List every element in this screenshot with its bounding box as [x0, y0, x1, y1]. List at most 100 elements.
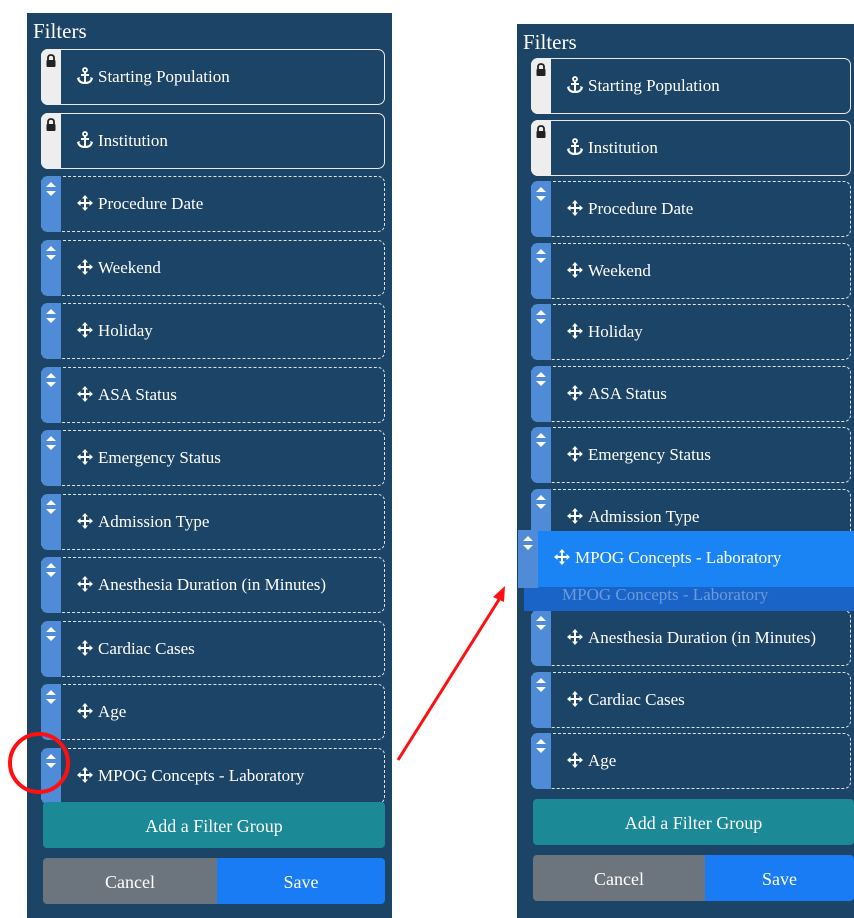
- filter-item[interactable]: Holiday: [41, 303, 385, 359]
- filter-label: Anesthesia Duration (in Minutes): [588, 628, 817, 647]
- anchor-icon: [77, 67, 93, 85]
- sort-arrows-icon: [523, 536, 533, 550]
- move-icon: [77, 639, 93, 656]
- filter-label: Cardiac Cases: [588, 689, 685, 709]
- filter-item[interactable]: Emergency Status: [531, 427, 851, 483]
- lock-handle: [41, 49, 61, 105]
- filters-title: Filters: [523, 30, 577, 54]
- filter-label: Holiday: [588, 322, 643, 341]
- filter-item[interactable]: Weekend: [41, 239, 385, 296]
- sort-arrows-icon: [46, 690, 56, 704]
- sort-arrows-icon: [536, 616, 546, 630]
- drag-handle[interactable]: [41, 176, 61, 232]
- drag-handle[interactable]: [531, 365, 551, 422]
- filter-label: Starting Population: [588, 76, 720, 95]
- drag-handle[interactable]: [41, 493, 61, 550]
- filter-label: MPOG Concepts - Laboratory: [575, 548, 782, 567]
- filter-item[interactable]: Institution: [41, 112, 385, 169]
- move-icon: [77, 449, 93, 465]
- filter-item[interactable]: Anesthesia Duration (in Minutes): [41, 557, 385, 613]
- filter-label: Age: [588, 751, 617, 770]
- sort-arrows-icon: [536, 371, 546, 386]
- move-icon: [77, 576, 93, 592]
- filter-item[interactable]: Emergency Status: [41, 430, 385, 486]
- drag-handle[interactable]: [531, 610, 551, 666]
- move-icon: [567, 629, 583, 645]
- drag-handle[interactable]: [518, 530, 538, 588]
- drag-handle[interactable]: [531, 671, 551, 728]
- add-filter-group-button[interactable]: Add a Filter Group: [533, 799, 854, 845]
- drag-handle[interactable]: [531, 427, 551, 483]
- filters-title: Filters: [33, 19, 87, 43]
- drag-handle[interactable]: [531, 181, 551, 237]
- filter-item[interactable]: Age: [41, 684, 385, 740]
- drag-handle[interactable]: [41, 430, 61, 486]
- drag-handle[interactable]: [531, 242, 551, 299]
- filter-item[interactable]: ASA Status: [41, 366, 385, 423]
- filter-label: Starting Population: [98, 67, 230, 86]
- drag-placeholder: MPOG Concepts - Laboratory: [524, 585, 854, 611]
- sort-arrows-icon: [536, 310, 546, 324]
- sort-arrows-icon: [46, 563, 56, 577]
- sort-arrows-icon: [536, 677, 546, 692]
- filter-item[interactable]: Procedure Date: [531, 181, 851, 237]
- filter-item[interactable]: Cardiac Cases: [531, 671, 851, 728]
- lock-handle: [531, 119, 551, 176]
- filter-label: Age: [98, 702, 127, 721]
- save-button[interactable]: Save: [217, 858, 385, 904]
- move-icon: [567, 323, 583, 339]
- move-icon: [567, 690, 583, 707]
- add-filter-group-button[interactable]: Add a Filter Group: [43, 802, 385, 848]
- drag-handle[interactable]: [41, 303, 61, 359]
- filter-item[interactable]: MPOG Concepts - Laboratory: [41, 747, 385, 804]
- filter-item[interactable]: ASA Status: [531, 365, 851, 422]
- filter-item[interactable]: Age: [531, 733, 851, 789]
- drag-handle[interactable]: [531, 304, 551, 360]
- filter-label: ASA Status: [588, 383, 667, 403]
- filter-item[interactable]: Cardiac Cases: [41, 620, 385, 677]
- filters-panel-before: Filters Starting Population Institution Pr…: [27, 13, 392, 918]
- filter-label: Admission Type: [588, 506, 700, 526]
- move-icon: [77, 385, 93, 402]
- filter-item[interactable]: Holiday: [531, 304, 851, 360]
- filter-item[interactable]: Anesthesia Duration (in Minutes): [531, 610, 851, 666]
- filters-panel-dragging: Filters Starting Population Institution Pr…: [517, 24, 854, 918]
- sort-arrows-icon: [536, 739, 546, 753]
- drag-handle[interactable]: [41, 239, 61, 296]
- drag-handle[interactable]: [41, 620, 61, 677]
- lock-icon: [46, 117, 56, 131]
- anchor-icon: [567, 76, 583, 94]
- filter-item[interactable]: Starting Population: [531, 58, 851, 114]
- filter-label: ASA Status: [98, 384, 177, 404]
- cancel-button[interactable]: Cancel: [43, 858, 217, 904]
- lock-icon: [46, 54, 56, 67]
- sort-arrows-icon: [46, 436, 56, 450]
- move-icon: [567, 507, 583, 524]
- sort-arrows-icon: [46, 309, 56, 323]
- filter-item[interactable]: Admission Type: [41, 493, 385, 550]
- drag-handle[interactable]: [41, 366, 61, 423]
- save-button[interactable]: Save: [705, 855, 854, 901]
- cancel-button[interactable]: Cancel: [533, 855, 705, 901]
- anchor-icon: [567, 137, 583, 155]
- filter-label: Procedure Date: [588, 199, 694, 218]
- drag-handle[interactable]: [41, 557, 61, 613]
- sort-arrows-icon: [536, 248, 546, 263]
- move-icon: [77, 258, 93, 275]
- filter-item[interactable]: Starting Population: [41, 49, 385, 105]
- move-icon: [554, 549, 570, 565]
- move-icon: [567, 752, 583, 768]
- move-icon: [567, 261, 583, 278]
- move-icon: [77, 195, 93, 211]
- filter-item[interactable]: Institution: [531, 119, 851, 176]
- sort-arrows-icon: [46, 245, 56, 260]
- drag-handle[interactable]: [531, 733, 551, 789]
- dragging-filter-item[interactable]: MPOG Concepts - Laboratory: [518, 530, 854, 588]
- move-icon: [77, 766, 93, 783]
- filter-item[interactable]: Weekend: [531, 242, 851, 299]
- sort-arrows-icon: [46, 499, 56, 514]
- filter-label: Holiday: [98, 321, 153, 340]
- filter-item[interactable]: Procedure Date: [41, 176, 385, 232]
- move-icon: [77, 703, 93, 719]
- lock-handle: [41, 112, 61, 169]
